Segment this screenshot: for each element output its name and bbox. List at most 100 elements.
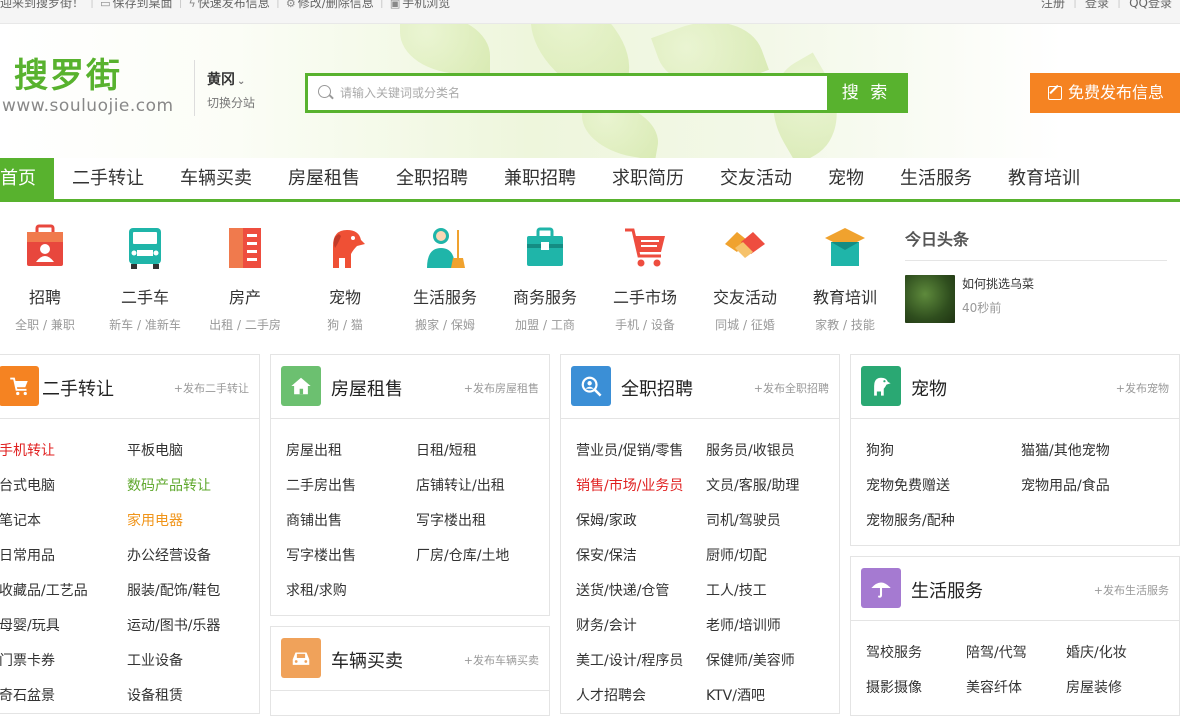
link-item[interactable]: 文员/客服/助理 — [706, 475, 799, 495]
link-item[interactable]: 狗狗 — [866, 440, 894, 460]
save-desktop-link[interactable]: ▭ 保存到桌面 — [100, 0, 172, 11]
dog-icon — [333, 230, 365, 268]
home-glyph — [291, 377, 311, 395]
link-item[interactable]: 商铺出售 — [286, 510, 342, 530]
link-item[interactable]: 人才招聘会 — [576, 685, 646, 705]
link-item[interactable]: 老师/培训师 — [706, 615, 781, 635]
link-item[interactable]: 服务员/收银员 — [706, 440, 795, 460]
link-item[interactable]: 送货/快递/仓管 — [576, 580, 669, 600]
nav-item-cars[interactable]: 车辆买卖 — [162, 158, 270, 199]
link-item[interactable]: 宠物用品/食品 — [1021, 475, 1110, 495]
edit-delete-link[interactable]: ⚙ 修改/删除信息 — [286, 0, 374, 11]
gear-icon: ⚙ — [285, 0, 296, 10]
site-logo[interactable]: 搜罗街 — [14, 58, 122, 94]
link-item[interactable]: 写字楼出租 — [416, 510, 486, 530]
link-item[interactable]: 设备租赁 — [127, 685, 183, 705]
news-item[interactable]: 如何挑选乌菜 40秒前 — [905, 275, 1167, 323]
post-house-link[interactable]: +发布房屋租售 — [464, 380, 539, 396]
nav-item-pets[interactable]: 宠物 — [810, 158, 882, 199]
link-item[interactable]: 摄影摄像 — [866, 677, 922, 697]
link-item[interactable]: 日租/短租 — [416, 440, 477, 460]
link-item[interactable]: 厂房/仓库/土地 — [416, 545, 509, 565]
register-link[interactable]: 注册 — [1041, 0, 1065, 11]
free-post-label: 免费发布信息 — [1068, 83, 1165, 102]
link-item[interactable]: 财务/会计 — [576, 615, 637, 635]
qq-login-link[interactable]: QQ登录 — [1129, 0, 1172, 11]
link-item[interactable]: 母婴/玩具 — [0, 615, 60, 635]
link-item[interactable]: 美容纤体 — [966, 677, 1022, 697]
link-item[interactable]: 求租/求购 — [286, 580, 347, 600]
login-link[interactable]: 登录 — [1085, 0, 1109, 11]
post-jobs-link[interactable]: +发布全职招聘 — [754, 380, 829, 396]
news-title[interactable]: 如何挑选乌菜 — [962, 275, 1034, 292]
link-item[interactable]: 保健师/美容师 — [706, 650, 795, 670]
category-social[interactable]: 交友活动 同城 / 征婚 — [695, 224, 795, 333]
link-item[interactable]: 台式电脑 — [0, 475, 55, 495]
link-item[interactable]: 保姆/家政 — [576, 510, 637, 530]
nav-item-parttime-jobs[interactable]: 兼职招聘 — [486, 158, 594, 199]
nav-item-house[interactable]: 房屋租售 — [270, 158, 378, 199]
link-item[interactable]: 日常用品 — [0, 545, 55, 565]
link-item[interactable]: 美工/设计/程序员 — [576, 650, 683, 670]
link-item[interactable]: 驾校服务 — [866, 642, 922, 662]
link-item[interactable]: 宠物免费赠送 — [866, 475, 950, 495]
category-jobs[interactable]: 招聘 全职 / 兼职 — [0, 224, 95, 333]
link-item[interactable]: 家用电器 — [127, 510, 183, 530]
nav-item-secondhand[interactable]: 二手转让 — [54, 158, 162, 199]
link-item[interactable]: 陪驾/代驾 — [966, 642, 1027, 662]
category-used-cars[interactable]: 二手车 新车 / 准新车 — [95, 224, 195, 333]
category-property[interactable]: 房产 出租 / 二手房 — [195, 224, 295, 333]
link-item[interactable]: 二手房出售 — [286, 475, 356, 495]
search-input[interactable] — [340, 76, 820, 110]
link-item[interactable]: 写字楼出售 — [286, 545, 356, 565]
switch-city-link[interactable]: 切换分站 — [207, 94, 255, 111]
link-item[interactable]: 办公经营设备 — [127, 545, 211, 565]
link-item[interactable]: 平板电脑 — [127, 440, 183, 460]
category-grid: 招聘 全职 / 兼职 二手车 新车 / 准新车 房产 出租 / 二手房 宠物 狗… — [0, 224, 900, 334]
category-secondhand-market[interactable]: 二手市场 手机 / 设备 — [595, 224, 695, 333]
shopping-cart-icon — [0, 366, 39, 406]
nav-item-social[interactable]: 交友活动 — [702, 158, 810, 199]
cart-glyph — [10, 377, 28, 396]
nav-item-home[interactable]: 首页 — [0, 158, 54, 199]
free-post-button[interactable]: 免费发布信息 — [1030, 73, 1180, 113]
link-item[interactable]: 司机/驾驶员 — [706, 510, 781, 530]
link-item[interactable]: 店铺转让/出租 — [416, 475, 505, 495]
link-item[interactable]: 服装/配饰/鞋包 — [127, 580, 220, 600]
post-pets-link[interactable]: +发布宠物 — [1116, 380, 1169, 396]
category-education[interactable]: 教育培训 家教 / 技能 — [795, 224, 895, 333]
link-item[interactable]: 工业设备 — [127, 650, 183, 670]
nav-item-education[interactable]: 教育培训 — [990, 158, 1098, 199]
link-item[interactable]: 运动/图书/乐器 — [127, 615, 220, 635]
link-item[interactable]: 保安/保洁 — [576, 545, 637, 565]
category-business[interactable]: 商务服务 加盟 / 工商 — [495, 224, 595, 333]
link-item[interactable]: 奇石盆景 — [0, 685, 55, 705]
city-selector[interactable]: 黄冈 ⌄ — [207, 69, 245, 89]
link-item[interactable]: 婚庆/化妆 — [1066, 642, 1127, 662]
link-item[interactable]: KTV/酒吧 — [706, 685, 765, 705]
mobile-link[interactable]: ▣ 手机浏览 — [390, 0, 450, 11]
link-item[interactable]: 房屋装修 — [1066, 677, 1122, 697]
link-item[interactable]: 销售/市场/业务员 — [576, 475, 683, 495]
nav-item-resume[interactable]: 求职简历 — [594, 158, 702, 199]
link-item[interactable]: 数码产品转让 — [127, 475, 211, 495]
link-item[interactable]: 房屋出租 — [286, 440, 342, 460]
link-item[interactable]: 猫猫/其他宠物 — [1021, 440, 1110, 460]
nav-item-fulltime-jobs[interactable]: 全职招聘 — [378, 158, 486, 199]
quick-post-link[interactable]: ϟ 快速发布信息 — [189, 0, 270, 11]
category-life-services[interactable]: 生活服务 搬家 / 保姆 — [395, 224, 495, 333]
post-life-link[interactable]: +发布生活服务 — [1094, 582, 1169, 598]
link-item[interactable]: 工人/技工 — [706, 580, 767, 600]
search-button[interactable]: 搜 索 — [827, 76, 905, 110]
link-item[interactable]: 营业员/促销/零售 — [576, 440, 683, 460]
link-item[interactable]: 笔记本 — [0, 510, 41, 530]
nav-item-life-services[interactable]: 生活服务 — [882, 158, 990, 199]
link-item[interactable]: 收藏品/工艺品 — [0, 580, 88, 600]
post-secondhand-link[interactable]: +发布二手转让 — [174, 380, 249, 396]
link-item[interactable]: 门票卡券 — [0, 650, 55, 670]
link-item[interactable]: 宠物服务/配种 — [866, 510, 955, 530]
link-item[interactable]: 厨师/切配 — [706, 545, 767, 565]
category-pets[interactable]: 宠物 狗 / 猫 — [295, 224, 395, 333]
link-item[interactable]: 手机转让 — [0, 440, 55, 460]
post-cars-link[interactable]: +发布车辆买卖 — [464, 652, 539, 668]
